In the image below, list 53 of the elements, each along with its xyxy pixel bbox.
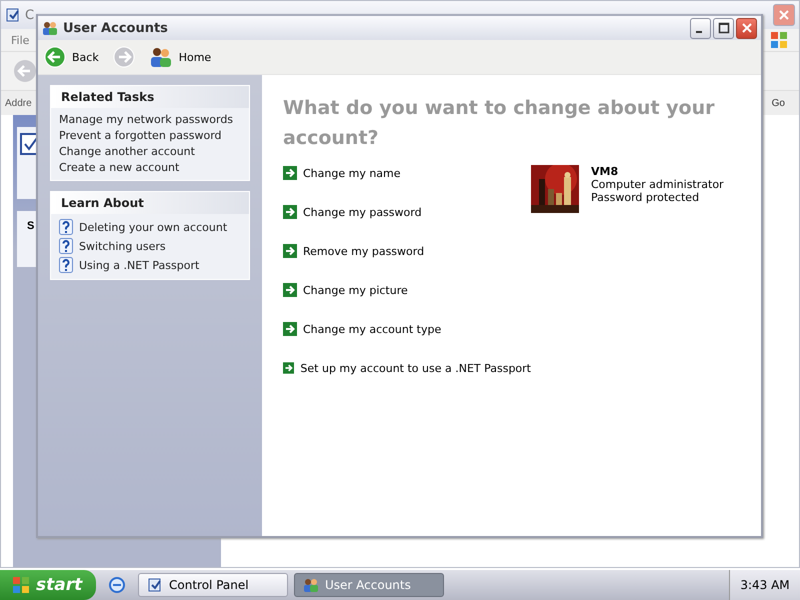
go-button[interactable]: Go [772,98,795,108]
panel-heading: Learn About [51,192,249,214]
windows-logo-icon [12,576,30,594]
control-panel-icon [147,577,163,593]
sidebar-link[interactable]: Change another account [59,145,195,158]
arrow-icon [283,322,297,336]
sidebar-link[interactable]: Create a new account [59,161,180,174]
panel-heading: Related Tasks [51,86,249,108]
task-link[interactable]: Set up my account to use a .NET Passport [300,362,531,374]
maximize-icon [718,22,730,34]
close-button[interactable] [736,18,757,38]
help-icon [59,238,73,254]
help-icon [59,219,73,235]
clock: 3:43 AM [729,570,800,600]
page-heading: What do you want to change about your account? [283,96,716,151]
arrow-icon [283,205,297,219]
arrow-icon [283,166,297,180]
close-icon [777,8,791,22]
task-link[interactable]: Change my password [303,206,422,218]
back-button[interactable]: Back [42,44,101,70]
close-icon [740,22,752,34]
users-icon [42,20,58,36]
sidebar-link[interactable]: Using a .NET Passport [79,258,200,272]
taskbar-button[interactable]: Control Panel [138,573,288,597]
window-title: User Accounts [63,20,168,36]
minimize-icon [696,31,702,33]
windows-logo-icon [769,30,789,50]
sidebar-link[interactable]: Switching users [79,240,166,252]
task-link[interactable]: Change my name [303,166,401,180]
task-link[interactable]: Change my account type [303,322,442,336]
panel-heading: S [27,220,34,232]
account-status: Password protected [591,191,700,204]
minimize-button[interactable] [690,18,711,38]
sidebar-link[interactable]: Prevent a forgotten password [59,129,222,142]
control-panel-icon [5,7,21,23]
browser-icon[interactable] [108,576,126,594]
arrow-icon [283,244,297,258]
users-icon [303,577,319,593]
home-button[interactable]: Home [146,44,214,70]
sidebar-link[interactable]: Deleting your own account [79,220,228,234]
maximize-button[interactable] [713,18,734,38]
menu-item[interactable]: File [11,34,30,46]
account-type: Computer administrator [591,178,724,191]
address-label: Addre [5,98,32,108]
arrow-icon [283,283,297,297]
sidebar-link[interactable]: Manage my network passwords [59,113,234,126]
help-icon [59,257,73,273]
arrow-icon [283,361,294,375]
account-name: VM8 [591,165,620,178]
window-title: C [25,8,34,22]
task-link[interactable]: Remove my password [303,244,424,258]
task-link[interactable]: Change my picture [303,284,408,296]
users-icon [148,46,173,68]
